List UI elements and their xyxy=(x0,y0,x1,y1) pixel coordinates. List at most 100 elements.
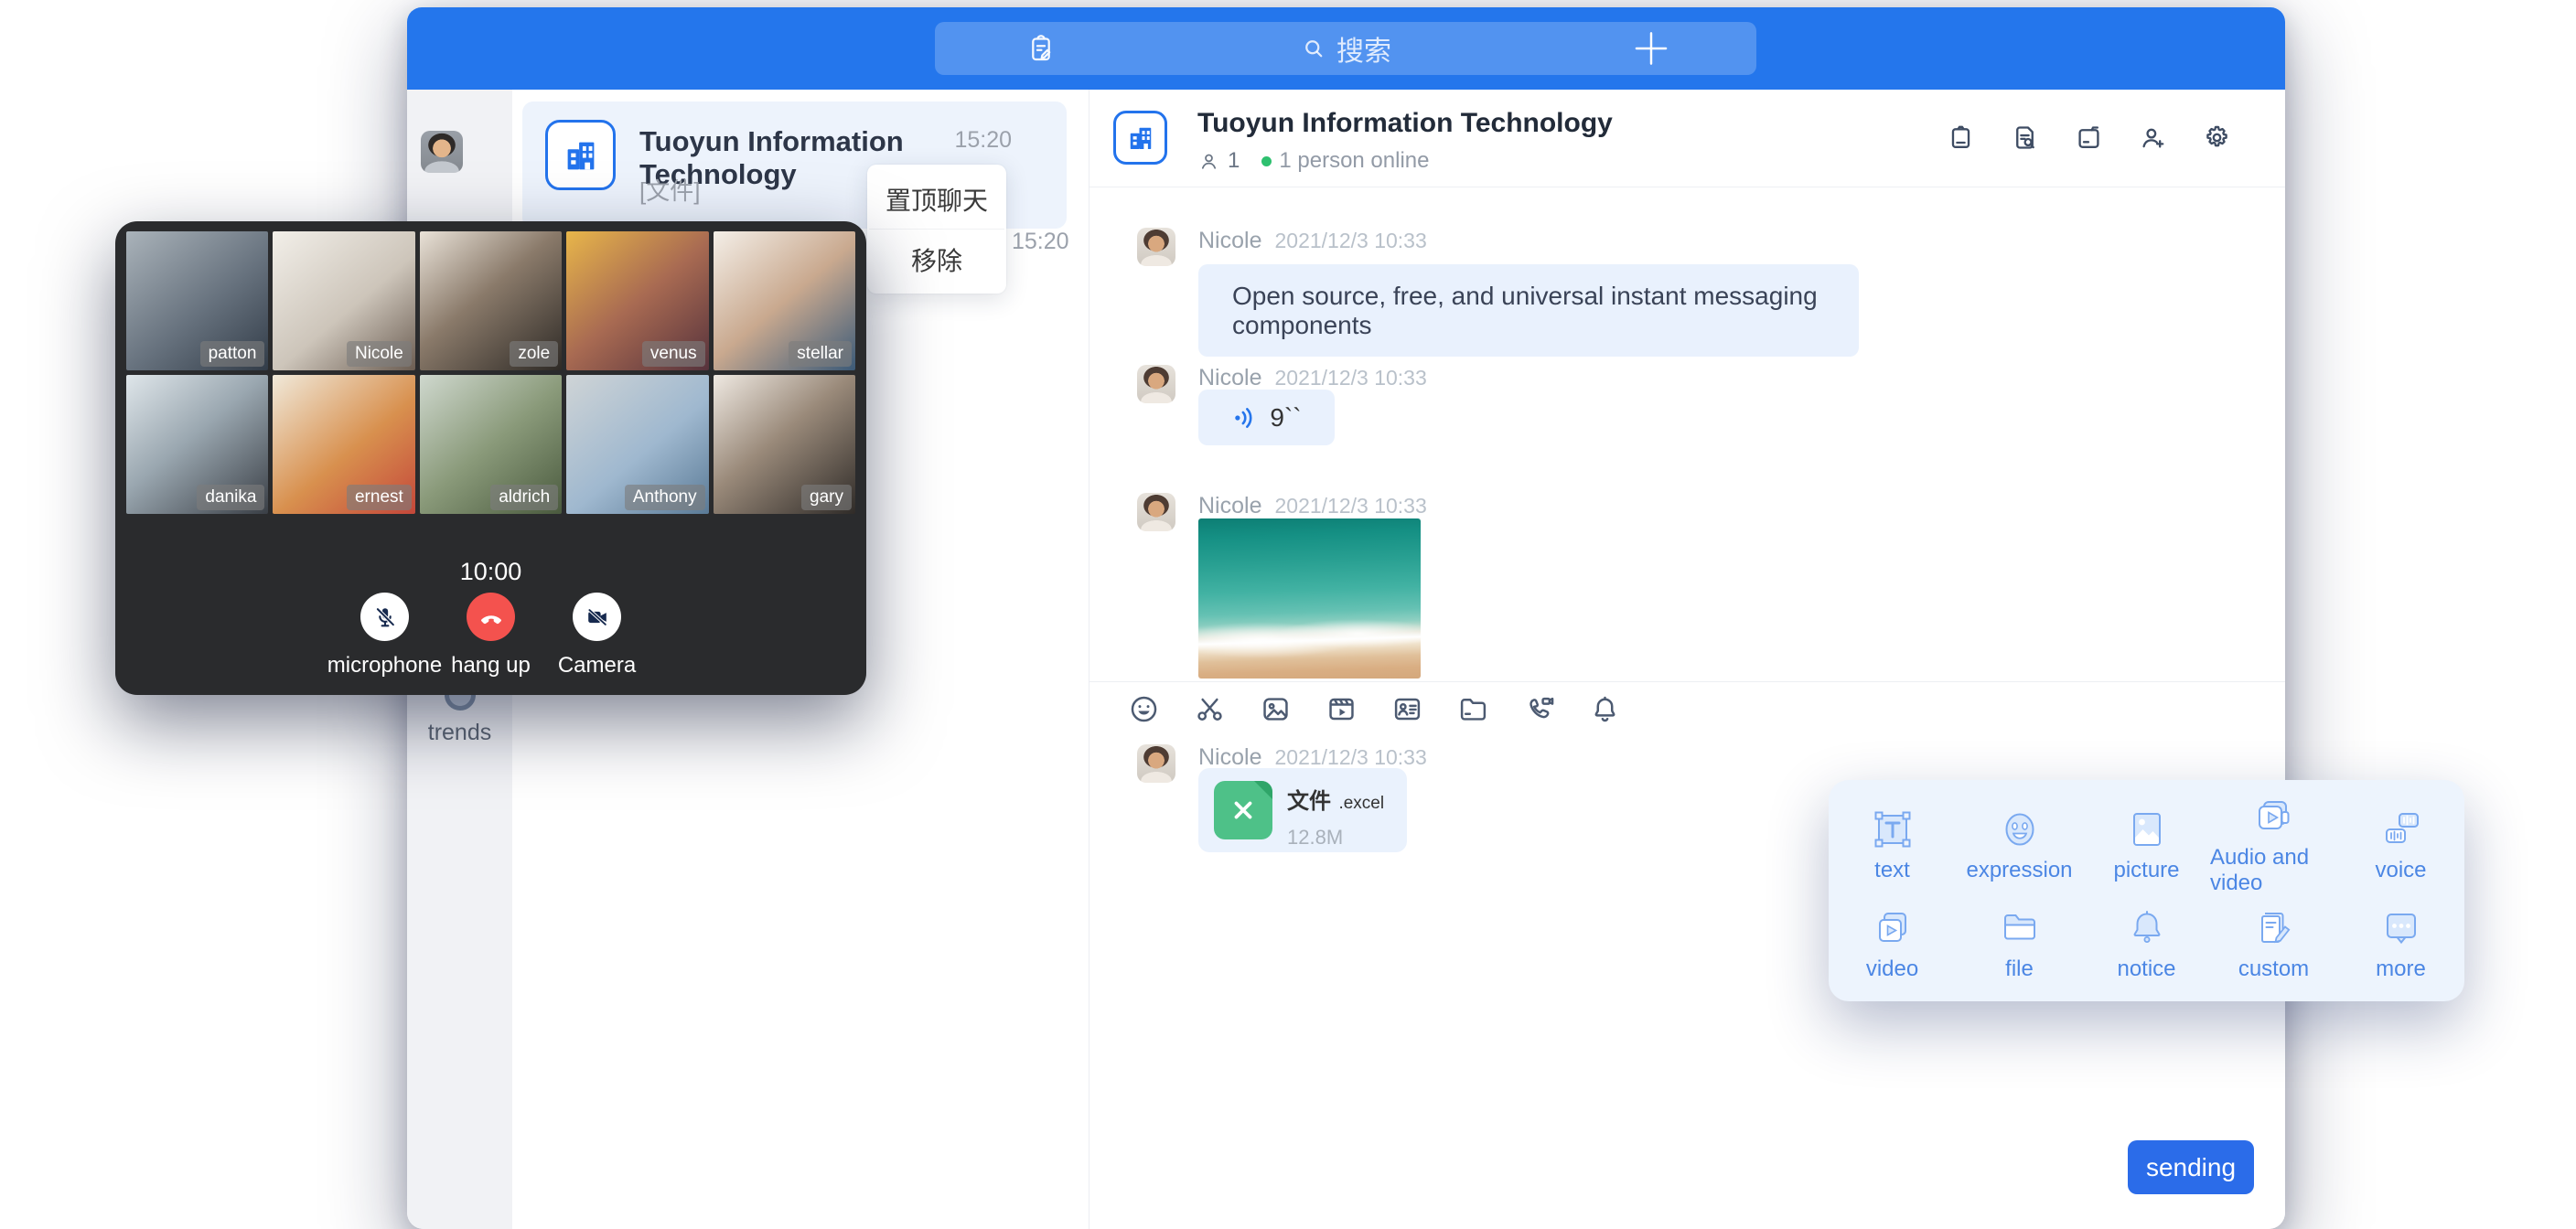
notice-icon xyxy=(2125,906,2169,950)
picture-panel-icon xyxy=(2125,807,2169,851)
settings-gear-icon[interactable] xyxy=(2202,123,2232,153)
video-tile: Nicole xyxy=(273,231,414,370)
panel-item-expression[interactable]: expression xyxy=(1956,795,2083,896)
participant-name-tag: stellar xyxy=(789,341,852,367)
chat-header: Tuoyun Information Technology 1 1 person… xyxy=(1089,90,2285,187)
avatar[interactable] xyxy=(1137,493,1175,531)
message-type-panel: text expression picture Audio and videovoic… xyxy=(1829,780,2464,1001)
voice-duration: 9`` xyxy=(1270,403,1301,433)
contact-card-icon[interactable] xyxy=(1391,693,1423,725)
hangup-button[interactable]: hang up xyxy=(438,593,544,679)
search-placeholder: 搜索 xyxy=(1336,28,1391,69)
expression-icon xyxy=(1998,807,2042,851)
conversation-preview: [文件] xyxy=(639,173,700,207)
image-message-beach-photo[interactable] xyxy=(1198,518,1421,679)
panel-item-label: expression xyxy=(1966,858,2072,883)
microphone-button[interactable]: microphone xyxy=(332,593,438,679)
message-meta: Nicole 2021/12/3 10:33 xyxy=(1198,365,1427,391)
control-label: hang up xyxy=(451,653,531,679)
note-edit-icon[interactable] xyxy=(1025,32,1057,65)
message-meta: Nicole 2021/12/3 10:33 xyxy=(1198,228,1427,254)
message-list: Nicole 2021/12/3 10:33 Open source, free… xyxy=(1089,187,2285,681)
chat-record-search-icon[interactable] xyxy=(2010,123,2040,153)
control-label: microphone xyxy=(327,653,442,679)
video-tile: gary xyxy=(714,375,855,514)
voice-icon xyxy=(2379,807,2423,851)
panel-item-file[interactable]: file xyxy=(1956,896,2083,992)
participant-name-tag: aldrich xyxy=(490,485,558,510)
chat-title: Tuoyun Information Technology xyxy=(1197,108,1613,139)
text-message-bubble[interactable]: Open source, free, and universal instant… xyxy=(1198,264,1859,357)
text-icon xyxy=(1871,807,1915,851)
video-call-overlay: patton Nicolezole venus stellar danika ernest… xyxy=(115,221,866,695)
participant-name-tag: patton xyxy=(200,341,265,367)
composer-toolbar xyxy=(1089,681,2285,735)
participant-name-tag: gary xyxy=(801,485,852,510)
panel-item-more[interactable]: more xyxy=(2337,896,2464,992)
notification-bell-icon[interactable] xyxy=(1589,693,1621,725)
avatar[interactable] xyxy=(1137,228,1175,266)
announcement-icon[interactable] xyxy=(1946,123,1976,153)
message-time: 2021/12/3 10:33 xyxy=(1274,366,1426,390)
online-status: 1 person online xyxy=(1279,148,1429,174)
panel-item-notice[interactable]: notice xyxy=(2083,896,2210,992)
panel-item-text[interactable]: text xyxy=(1829,795,1956,896)
group-file-icon[interactable] xyxy=(2074,123,2104,153)
conversation-time: 15:20 xyxy=(954,127,1012,154)
send-button[interactable]: sending xyxy=(2128,1140,2254,1194)
message-time: 2021/12/3 10:33 xyxy=(1274,229,1426,253)
search-bar[interactable]: 搜索 xyxy=(935,22,1756,75)
group-building-icon xyxy=(545,120,616,190)
panel-item-label: more xyxy=(2376,956,2426,982)
sender-name: Nicole xyxy=(1198,365,1261,391)
video-call-icon[interactable] xyxy=(1523,693,1555,725)
folder-icon[interactable] xyxy=(1457,693,1489,725)
participant-name-tag: danika xyxy=(197,485,264,510)
file-panel-icon xyxy=(1998,906,2042,950)
message-meta: Nicole 2021/12/3 10:33 xyxy=(1198,493,1427,519)
panel-item-label: video xyxy=(1866,956,1918,982)
video-tile: zole xyxy=(420,231,562,370)
panel-item-voice[interactable]: voice xyxy=(2337,795,2464,896)
video-tile: danika xyxy=(126,375,268,514)
online-dot xyxy=(1261,156,1272,166)
participant-name-tag: ernest xyxy=(347,485,412,510)
hangup-icon xyxy=(467,593,515,641)
panel-item-label: notice xyxy=(2117,956,2175,982)
video-tile: stellar xyxy=(714,231,855,370)
add-member-icon[interactable] xyxy=(2138,123,2168,153)
video-clip-icon[interactable] xyxy=(1326,693,1358,725)
menu-item-remove[interactable]: 移除 xyxy=(867,230,1006,289)
sender-name: Nicole xyxy=(1198,228,1261,254)
member-count: 1 xyxy=(1228,148,1240,174)
picture-icon[interactable] xyxy=(1260,693,1292,725)
video-tile-grid: patton Nicolezole venus stellar danika ernest… xyxy=(126,231,855,514)
video-tile: aldrich xyxy=(420,375,562,514)
panel-item-label: picture xyxy=(2113,858,2179,883)
plus-icon[interactable] xyxy=(1632,29,1670,68)
voice-message-bubble[interactable]: 9`` xyxy=(1198,390,1335,445)
panel-item-custom[interactable]: custom xyxy=(2210,896,2337,992)
camera-icon xyxy=(573,593,621,641)
panel-item-picture[interactable]: picture xyxy=(2083,795,2210,896)
menu-item-pin-chat[interactable]: 置顶聊天 xyxy=(867,169,1006,229)
conversation-time-second: 15:20 xyxy=(1012,229,1069,255)
panel-item-video[interactable]: video xyxy=(1829,896,1956,992)
group-building-icon xyxy=(1113,111,1167,165)
panel-item-audio-and-video[interactable]: Audio and video xyxy=(2210,795,2337,896)
video-tile: ernest xyxy=(273,375,414,514)
avatar[interactable] xyxy=(1137,365,1175,403)
current-user-avatar[interactable] xyxy=(421,131,463,173)
screenshot-scissors-icon[interactable] xyxy=(1194,693,1226,725)
screenshot-stage: 搜索 trends xyxy=(0,0,2576,1229)
search-icon xyxy=(1300,35,1327,62)
control-label: Camera xyxy=(558,653,636,679)
call-controls: microphone hang up Camera xyxy=(115,593,866,679)
member-count-icon xyxy=(1197,150,1220,173)
trends-label: trends xyxy=(407,720,512,746)
emoji-icon[interactable] xyxy=(1128,693,1160,725)
camera-button[interactable]: Camera xyxy=(544,593,650,679)
chat-main-panel: Tuoyun Information Technology 1 1 person… xyxy=(1089,90,2285,1229)
participant-name-tag: venus xyxy=(642,341,705,367)
participant-name-tag: Anthony xyxy=(625,485,705,510)
